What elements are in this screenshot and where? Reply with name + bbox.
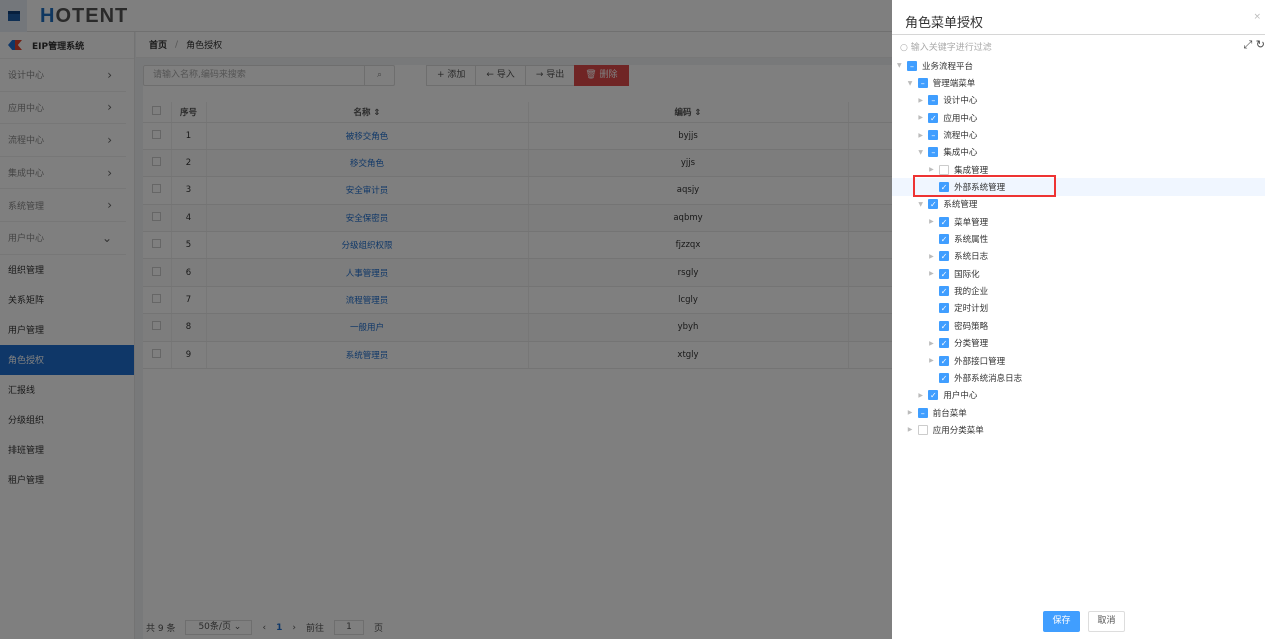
caret-right-icon[interactable]: ▶ [908,426,916,433]
tree-node[interactable]: ▶ ✓ 外部接口管理 [892,352,1265,369]
tree-checkbox[interactable]: ✓ [939,338,950,349]
tree-node-label: 系统日志 [954,252,989,263]
tree-node-label: 菜单管理 [954,217,989,228]
tree-checkbox[interactable]: – [917,407,928,418]
caret-right-icon[interactable]: ▶ [918,114,926,121]
tree-node-label: 设计中心 [943,96,978,107]
tree-checkbox[interactable]: – [928,130,939,141]
role-menu-auth-drawer: 角色菜单授权 × ○ 输入关键字进行过滤 ⤢ ↻ ▼ – 业务流程平台 ▼ – 管理端菜单… [892,0,1265,639]
tree-checkbox[interactable]: ✓ [939,268,950,279]
close-icon[interactable]: × [1253,12,1261,22]
caret-right-icon[interactable]: ▶ [929,270,937,277]
tree-checkbox[interactable]: ✓ [939,251,950,262]
tree-node[interactable]: ▶ – 流程中心 [892,126,1265,143]
tree-node[interactable]: ▶ 应用分类菜单 [892,421,1265,438]
tree-node[interactable]: ▼ – 管理端菜单 [892,74,1265,91]
tree-node[interactable]: ✓ 定时计划 [892,300,1265,317]
menu-tree: ▼ – 业务流程平台 ▼ – 管理端菜单 ▶ – 设计中心 ▶ ✓ 应用中心 ▶ – 流程中心 ▼ – 集成中心 ▶… [892,57,1265,439]
caret-down-icon[interactable]: ▼ [908,80,916,87]
tree-checkbox[interactable]: – [917,78,928,89]
tree-node[interactable]: ✓ 密码策略 [892,317,1265,334]
tree-node[interactable]: ✓ 我的企业 [892,282,1265,299]
tree-node[interactable]: ▼ ✓ 系统管理 [892,196,1265,213]
tree-node-label: 用户中心 [943,391,978,402]
tree-checkbox[interactable]: ✓ [939,320,950,331]
tree-node[interactable]: ▶ ✓ 用户中心 [892,387,1265,404]
tree-checkbox[interactable]: ✓ [939,286,950,297]
tree-node-label: 流程中心 [943,131,978,142]
tree-checkbox[interactable] [939,164,950,175]
tree-checkbox[interactable]: ✓ [939,372,950,383]
tree-node-label: 应用中心 [943,113,978,124]
tree-node[interactable]: ▶ – 设计中心 [892,92,1265,109]
tree-node-label: 分类管理 [954,339,989,350]
drawer-title: 角色菜单授权 [905,16,984,31]
tree-checkbox[interactable]: ✓ [928,390,939,401]
tree-checkbox[interactable]: ✓ [939,234,950,245]
tree-node-label: 前台菜单 [932,408,967,419]
tree-checkbox[interactable]: – [928,95,939,106]
tree-checkbox[interactable]: ✓ [939,303,950,314]
tree-node-label: 密码策略 [954,321,989,332]
cancel-button[interactable]: 取消 [1088,611,1125,632]
tree-filter-input[interactable]: ○ 输入关键字进行过滤 [900,40,992,53]
tree-node-label: 集成中心 [943,148,978,159]
caret-right-icon[interactable]: ▶ [929,253,937,260]
refresh-icon[interactable]: ↻ [1256,38,1265,51]
tree-node-label: 集成管理 [954,165,989,176]
tree-checkbox[interactable]: – [928,147,939,158]
tree-node[interactable]: ✓ 外部系统消息日志 [892,369,1265,386]
tree-checkbox[interactable]: ✓ [939,216,950,227]
caret-right-icon[interactable]: ▶ [929,340,937,347]
tree-node[interactable]: ✓ 系统属性 [892,230,1265,247]
tree-node[interactable]: ▶ – 前台菜单 [892,404,1265,421]
caret-right-icon[interactable]: ▶ [929,357,937,364]
tree-checkbox[interactable]: ✓ [939,355,950,366]
tree-node-label: 国际化 [954,269,980,280]
tree-checkbox[interactable]: ✓ [928,199,939,210]
tree-node[interactable]: ▶ ✓ 国际化 [892,265,1265,282]
caret-right-icon[interactable]: ▶ [918,132,926,139]
caret-down-icon[interactable]: ▼ [918,201,926,208]
tree-checkbox[interactable]: ✓ [928,112,939,123]
divider [892,34,1265,35]
tree-node-label: 业务流程平台 [922,61,974,72]
tree-node[interactable]: ▶ ✓ 应用中心 [892,109,1265,126]
save-button[interactable]: 保存 [1043,611,1080,632]
caret-right-icon[interactable]: ▶ [929,218,937,225]
highlight-annotation-box [913,175,1056,197]
tree-node-label: 外部系统消息日志 [954,373,1023,384]
tree-node-label: 外部接口管理 [954,356,1006,367]
tree-node[interactable]: ▼ – 集成中心 [892,144,1265,161]
tree-node-label: 管理端菜单 [932,79,976,90]
caret-down-icon[interactable]: ▼ [897,62,905,69]
expand-icon[interactable]: ⤢ [1243,38,1252,51]
tree-node-label: 系统管理 [943,200,978,211]
tree-checkbox[interactable]: – [907,60,917,71]
caret-right-icon[interactable]: ▶ [918,97,926,104]
tree-checkbox[interactable] [917,424,928,435]
caret-down-icon[interactable]: ▼ [918,149,926,156]
tree-node[interactable]: ▼ – 业务流程平台 [892,57,1265,74]
tree-node[interactable]: ▶ ✓ 菜单管理 [892,213,1265,230]
tree-node[interactable]: ▶ ✓ 分类管理 [892,335,1265,352]
caret-right-icon[interactable]: ▶ [929,166,937,173]
caret-right-icon[interactable]: ▶ [918,392,926,399]
tree-node-label: 系统属性 [954,235,989,246]
tree-node-label: 我的企业 [954,287,989,298]
tree-node-label: 定时计划 [954,304,989,315]
tree-node[interactable]: ▶ ✓ 系统日志 [892,248,1265,265]
tree-node-label: 应用分类菜单 [932,425,984,436]
caret-right-icon[interactable]: ▶ [908,409,916,416]
